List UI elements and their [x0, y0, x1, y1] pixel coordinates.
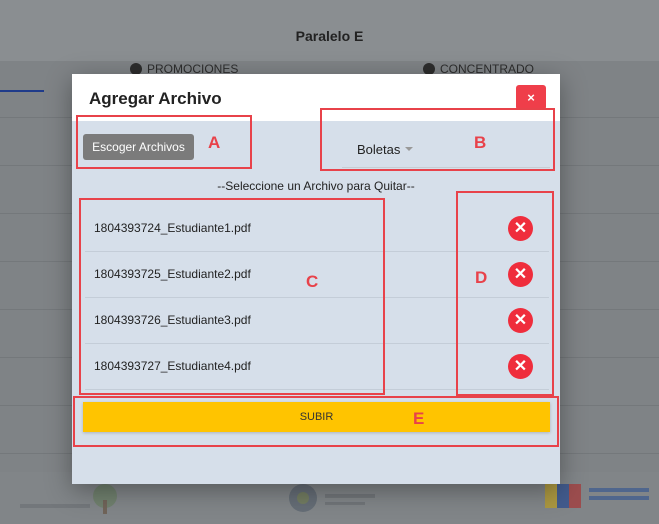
annotation-box-e — [73, 396, 559, 447]
modal-title: Agregar Archivo — [89, 89, 222, 108]
annotation-box-d — [456, 191, 554, 396]
page-title: Paralelo E — [295, 28, 364, 44]
annotation-box-c — [79, 198, 385, 395]
annotation-label-a: A — [208, 133, 221, 152]
ministry-tree-logo — [20, 484, 117, 514]
annotation-label-b: B — [474, 133, 487, 152]
republic-seal-logo — [289, 484, 375, 512]
annotation-box-a — [76, 115, 252, 169]
annotation-label-e: E — [413, 409, 425, 428]
annotation-label-d: D — [475, 268, 488, 287]
annotation-label-c: C — [306, 272, 319, 291]
annotation-box-b — [320, 108, 555, 171]
close-button[interactable]: × — [516, 85, 546, 110]
top-bar: Paralelo E — [0, 0, 659, 61]
ministerio-educacion-logo — [545, 484, 649, 508]
